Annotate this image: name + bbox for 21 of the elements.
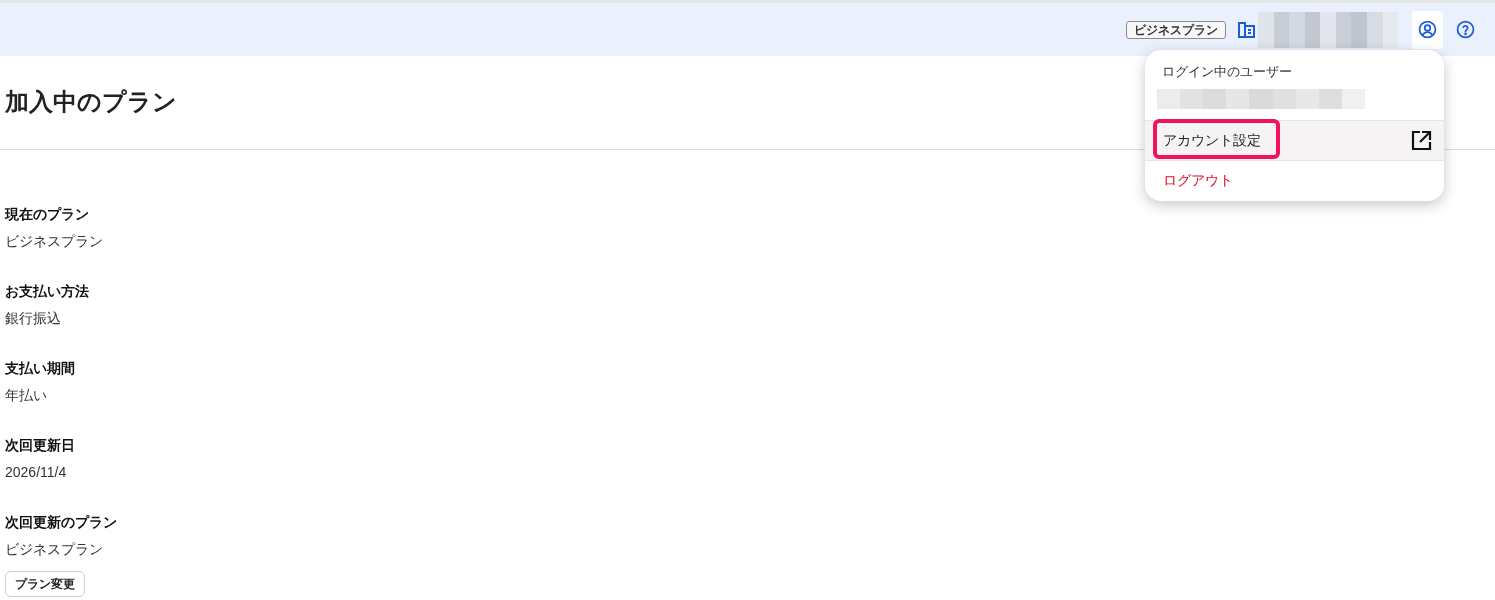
detail-label: 現在のプラン — [5, 205, 89, 224]
building-icon — [1238, 21, 1255, 38]
external-link-icon — [1411, 130, 1432, 151]
help-icon[interactable] — [1456, 20, 1475, 39]
plan-badge: ビジネスプラン — [1126, 20, 1226, 39]
detail-value: ビジネスプラン — [5, 232, 103, 251]
change-plan-button[interactable]: プラン変更 — [5, 571, 85, 597]
menu-heading: ログイン中のユーザー — [1162, 63, 1292, 81]
detail-value: 2026/11/4 — [5, 463, 67, 482]
detail-label: 支払い期間 — [5, 359, 75, 378]
menu-item[interactable]: ログアウト — [1145, 160, 1444, 200]
account-button[interactable] — [1412, 10, 1443, 49]
detail-value: ビジネスプラン — [5, 540, 103, 559]
menu-item[interactable]: アカウント設定 — [1145, 120, 1444, 160]
detail-label: お支払い方法 — [5, 282, 89, 301]
detail-value: 銀行振込 — [5, 309, 61, 328]
detail-label: 次回更新のプラン — [5, 513, 117, 532]
detail-value: 年払い — [5, 386, 47, 405]
user-circle-icon — [1418, 20, 1437, 39]
page-title: 加入中のプラン — [5, 86, 177, 117]
detail-label: 次回更新日 — [5, 436, 75, 455]
